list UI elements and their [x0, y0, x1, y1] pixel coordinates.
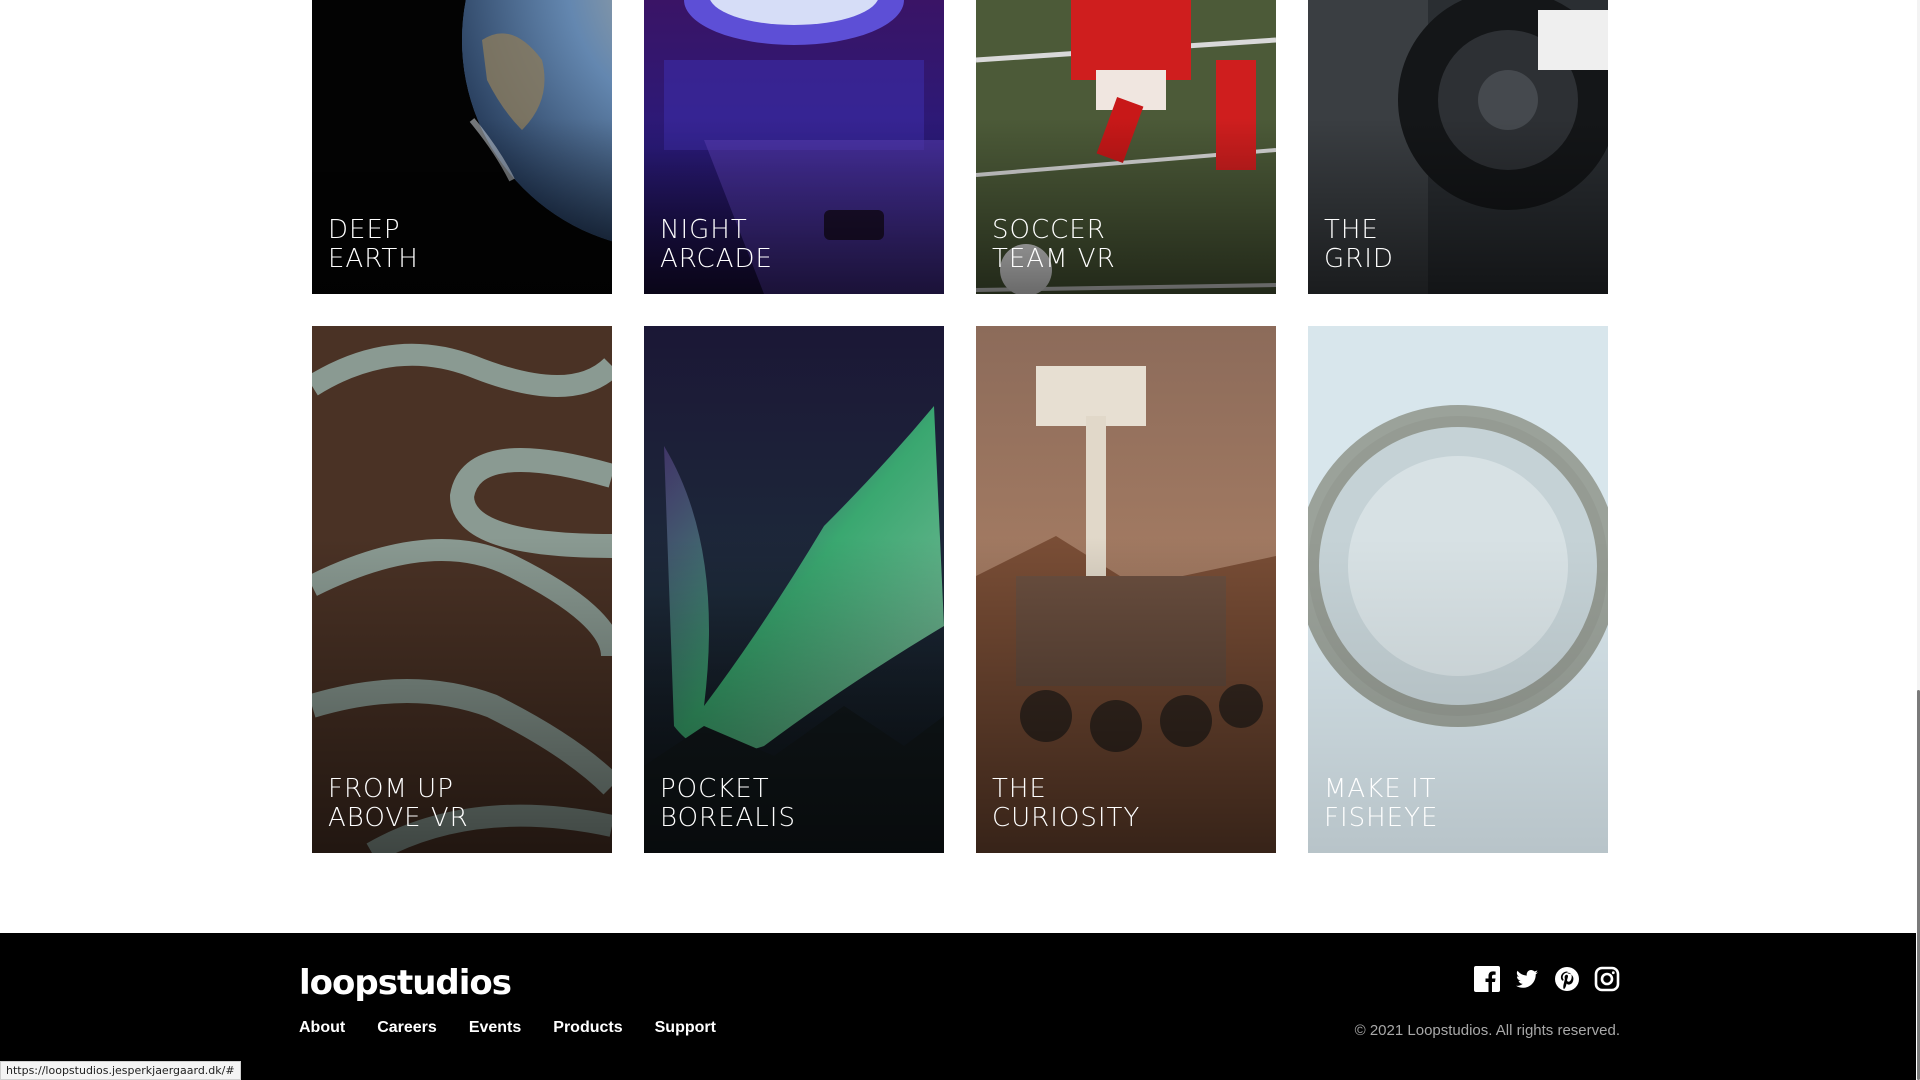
card-title: MAKE IT FISHEYE	[1324, 774, 1439, 833]
gallery-card-the-grid[interactable]: THE GRID	[1308, 0, 1608, 294]
status-bar-url: https://loopstudios.jesperkjaergaard.dk/…	[0, 1061, 241, 1080]
instagram-icon[interactable]	[1594, 966, 1620, 992]
card-title: NIGHT ARCADE	[660, 215, 773, 274]
card-title: FROM UP ABOVE VR	[328, 774, 469, 833]
footer: loopstudios About Careers Events Product…	[0, 933, 1916, 1080]
card-title: SOCCER TEAM VR	[992, 215, 1116, 274]
gallery-card-from-up-above-vr[interactable]: FROM UP ABOVE VR	[312, 326, 612, 853]
social-links	[1474, 966, 1620, 992]
footer-link-about[interactable]: About	[299, 1019, 345, 1037]
card-title: THE CURIOSITY	[992, 774, 1141, 833]
facebook-icon[interactable]	[1474, 966, 1500, 992]
footer-link-events[interactable]: Events	[469, 1019, 521, 1037]
card-title: POCKET BOREALIS	[660, 774, 796, 833]
card-title: THE GRID	[1324, 215, 1394, 274]
gallery-card-pocket-borealis[interactable]: POCKET BOREALIS	[644, 326, 944, 853]
pinterest-icon[interactable]	[1554, 966, 1580, 992]
footer-link-careers[interactable]: Careers	[377, 1019, 437, 1037]
gallery-card-make-it-fisheye[interactable]: MAKE IT FISHEYE	[1308, 326, 1608, 853]
page: DEEP EARTH NIGHT ARCADE SOCCER TEAM VR T…	[0, 0, 1920, 1080]
gallery-card-night-arcade[interactable]: NIGHT ARCADE	[644, 0, 944, 294]
footer-nav: About Careers Events Products Support	[299, 1019, 716, 1037]
card-title: DEEP EARTH	[328, 215, 419, 274]
gallery-card-deep-earth[interactable]: DEEP EARTH	[312, 0, 612, 294]
gallery-card-the-curiosity[interactable]: THE CURIOSITY	[976, 326, 1276, 853]
twitter-icon[interactable]	[1514, 966, 1540, 992]
footer-link-support[interactable]: Support	[655, 1019, 716, 1037]
gallery-card-soccer-team-vr[interactable]: SOCCER TEAM VR	[976, 0, 1276, 294]
footer-link-products[interactable]: Products	[553, 1019, 622, 1037]
copyright: © 2021 Loopstudios. All rights reserved.	[1354, 1022, 1620, 1039]
footer-logo[interactable]: loopstudios	[299, 963, 512, 1003]
